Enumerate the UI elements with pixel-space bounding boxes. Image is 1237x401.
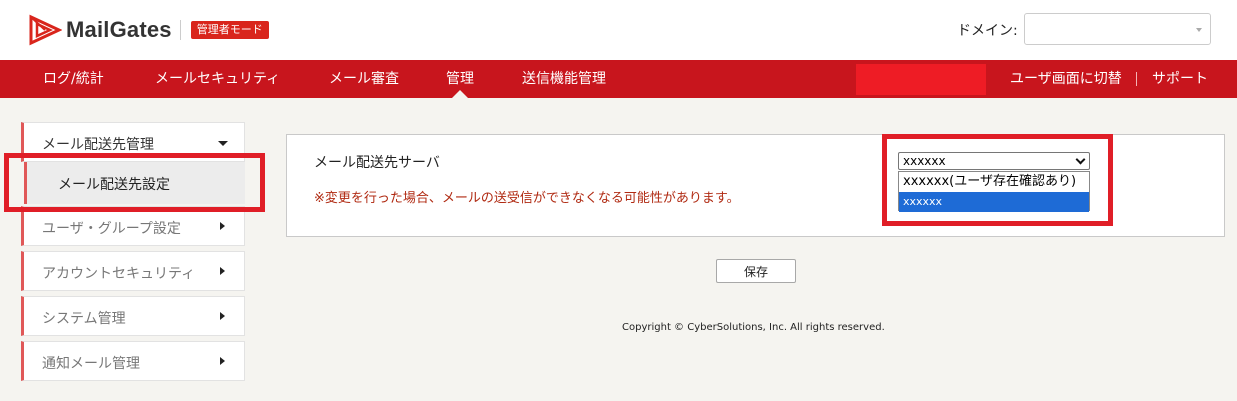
sidebar-item-system-management[interactable]: システム管理 bbox=[21, 296, 245, 336]
nav-mail-review[interactable]: メール審査 bbox=[329, 60, 399, 98]
caret-down-icon bbox=[218, 141, 228, 146]
sidebar-item-notification-mail[interactable]: 通知メール管理 bbox=[21, 341, 245, 381]
logo-text: MailGates bbox=[66, 17, 172, 42]
caret-right-icon bbox=[220, 222, 225, 230]
sidebar-item-label: アカウントセキュリティ bbox=[42, 266, 196, 282]
copyright-text: Copyright © CyberSolutions, Inc. All rig… bbox=[622, 322, 885, 333]
domain-select[interactable] bbox=[1024, 13, 1211, 45]
sidebar-item-label: メール配送先管理 bbox=[42, 137, 154, 153]
delivery-server-label: メール配送先サーバ bbox=[314, 155, 440, 171]
warning-text: ※変更を行った場合、メールの送受信ができなくなる可能性があります。 bbox=[314, 191, 740, 206]
nav-send-function[interactable]: 送信機能管理 bbox=[522, 60, 606, 98]
save-button[interactable]: 保存 bbox=[716, 259, 796, 283]
sidebar-item-label: 通知メール管理 bbox=[42, 356, 140, 372]
main-nav: ログ/統計 メールセキュリティ メール審査 管理 送信機能管理 ユーザ画面に切替… bbox=[0, 60, 1237, 98]
caret-right-icon bbox=[220, 312, 225, 320]
active-nav-indicator bbox=[452, 90, 468, 98]
mailgates-logo-icon bbox=[29, 14, 62, 46]
caret-right-icon bbox=[220, 267, 225, 275]
logo-divider bbox=[179, 20, 181, 40]
nav-log-stats[interactable]: ログ/統計 bbox=[43, 60, 104, 98]
sidebar-item-user-group[interactable]: ユーザ・グループ設定 bbox=[21, 206, 245, 246]
redacted-area bbox=[856, 64, 986, 95]
sidebar-item-label: ユーザ・グループ設定 bbox=[42, 221, 181, 237]
sidebar-item-account-security[interactable]: アカウントセキュリティ bbox=[21, 251, 245, 291]
domain-label: ドメイン: bbox=[957, 23, 1018, 39]
app-header: MailGates 管理者モード ドメイン: bbox=[0, 0, 1237, 60]
logo[interactable]: MailGates 管理者モード bbox=[28, 12, 269, 48]
nav-mail-security[interactable]: メールセキュリティ bbox=[155, 60, 280, 98]
admin-mode-badge: 管理者モード bbox=[190, 21, 269, 39]
highlight-box-sidebar bbox=[4, 153, 265, 212]
nav-separator bbox=[1136, 72, 1137, 86]
dropdown-caret-icon bbox=[1196, 28, 1202, 32]
caret-right-icon bbox=[220, 357, 225, 365]
switch-user-view-link[interactable]: ユーザ画面に切替 bbox=[1010, 60, 1122, 98]
highlight-box-dropdown bbox=[882, 134, 1113, 226]
sidebar-item-label: システム管理 bbox=[42, 311, 126, 327]
support-link[interactable]: サポート bbox=[1152, 60, 1208, 98]
